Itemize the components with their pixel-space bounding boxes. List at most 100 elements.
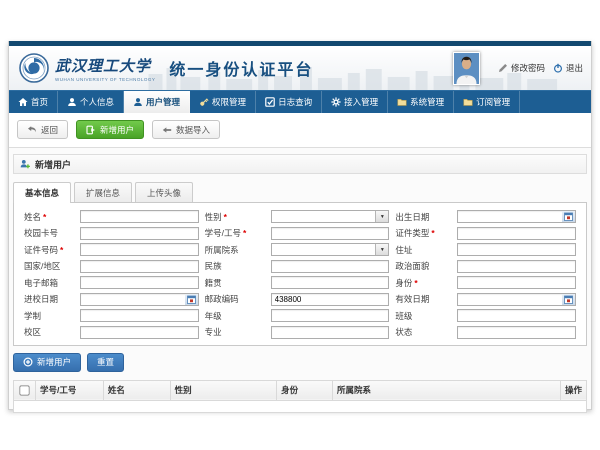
native-place-field[interactable] — [271, 276, 390, 289]
nav-tab-permission-mgmt[interactable]: 权限管理 — [190, 91, 256, 113]
calendar-icon[interactable] — [185, 294, 198, 305]
enrollment-date-field[interactable] — [80, 293, 199, 306]
change-password-link[interactable]: 修改密码 — [498, 62, 545, 74]
field-label: 有效日期 — [395, 293, 451, 305]
schooling-length-field[interactable] — [80, 309, 199, 322]
add-user-button-top[interactable]: 新增用户 — [76, 120, 144, 139]
email-field[interactable] — [80, 276, 199, 289]
table-header-row: 学号/工号 姓名 性别 身份 所属院系 操作 — [14, 380, 587, 400]
field-label: 籍贯 — [205, 277, 265, 289]
form-tabs: 基本信息 扩展信息 上传头像 — [13, 182, 587, 202]
university-logo — [19, 53, 49, 83]
nav-tab-log-query[interactable]: 日志查询 — [256, 91, 322, 113]
user-table: 学号/工号 姓名 性别 身份 所属院系 操作 — [13, 380, 587, 413]
nav-label: 接入管理 — [344, 96, 378, 108]
field-label: 邮政编码 — [205, 293, 265, 305]
tab-upload-avatar[interactable]: 上传头像 — [135, 182, 193, 202]
nav-tab-system-mgmt[interactable]: 系统管理 — [388, 91, 454, 113]
back-button[interactable]: 返回 — [17, 120, 68, 139]
department-select[interactable]: ▼ — [271, 243, 390, 256]
nav-tab-user-mgmt[interactable]: 用户管理 — [124, 91, 190, 113]
major-field[interactable] — [271, 326, 390, 339]
class-field[interactable] — [457, 309, 576, 322]
data-import-button[interactable]: 数据导入 — [152, 120, 220, 139]
grade-field[interactable] — [271, 309, 390, 322]
status-field[interactable] — [457, 326, 576, 339]
field-label: 电子邮箱 — [24, 277, 74, 289]
nav-tab-subscription-mgmt[interactable]: 订阅管理 — [454, 91, 520, 113]
select-all-checkbox[interactable] — [19, 385, 29, 395]
nav-tab-profile[interactable]: 个人信息 — [58, 91, 124, 113]
col-actions: 操作 — [560, 380, 586, 400]
id-number-field[interactable] — [80, 243, 199, 256]
field-label: 校园卡号 — [24, 227, 74, 239]
empty-row — [14, 400, 587, 412]
field-label: 住址 — [395, 244, 451, 256]
user-plus-icon — [20, 159, 30, 169]
calendar-icon[interactable] — [562, 211, 575, 222]
name-field[interactable] — [80, 210, 199, 223]
toolbar: 返回 新增用户 数据导入 — [9, 113, 591, 148]
nav-label: 日志查询 — [278, 96, 312, 108]
field-label: 学号/工号* — [205, 227, 265, 239]
add-user-box-icon — [86, 125, 96, 135]
field-label: 民族 — [205, 260, 265, 272]
nav-tab-home[interactable]: 首页 — [9, 91, 58, 113]
reset-label: 重置 — [97, 356, 114, 368]
id-type-field[interactable] — [457, 227, 576, 240]
campus-card-field[interactable] — [80, 227, 199, 240]
field-label: 政治面貌 — [395, 260, 451, 272]
back-label: 返回 — [41, 124, 58, 136]
postal-code-field[interactable] — [271, 293, 390, 306]
avatar[interactable] — [453, 52, 480, 85]
field-label: 性别* — [205, 211, 265, 223]
users-icon — [133, 97, 143, 107]
folder-icon — [397, 97, 407, 107]
gender-select[interactable]: ▼ — [271, 210, 390, 223]
field-label: 专业 — [205, 326, 265, 338]
school-name-en: WUHAN UNIVERSITY OF TECHNOLOGY — [55, 77, 155, 82]
field-label: 班级 — [395, 310, 451, 322]
chevron-down-icon: ▼ — [375, 244, 388, 255]
political-status-field[interactable] — [457, 260, 576, 273]
student-id-field[interactable] — [271, 227, 390, 240]
field-label: 国家/地区 — [24, 260, 74, 272]
address-field[interactable] — [457, 243, 576, 256]
platform-title: 统一身份认证平台 — [169, 56, 313, 80]
school-name: 武汉理工大学 — [55, 55, 155, 76]
field-label: 学制 — [24, 310, 74, 322]
plus-circle-icon — [23, 357, 33, 367]
field-label: 校区 — [24, 326, 74, 338]
field-label: 证件号码* — [24, 244, 74, 256]
tab-basic-info[interactable]: 基本信息 — [13, 182, 71, 203]
section-header: 新增用户 — [13, 154, 587, 174]
tab-extended-info[interactable]: 扩展信息 — [74, 182, 132, 202]
gear-icon — [331, 97, 341, 107]
field-label: 状态 — [395, 326, 451, 338]
reset-button[interactable]: 重置 — [87, 353, 124, 372]
log-check-icon — [265, 97, 275, 107]
nav-label: 用户管理 — [146, 96, 180, 108]
add-user-submit-label: 新增用户 — [37, 356, 71, 368]
birth-date-field[interactable] — [457, 210, 576, 223]
user-area: 修改密码 退出 — [453, 46, 583, 90]
field-label: 身份* — [395, 277, 451, 289]
app-window: 武汉理工大学 WUHAN UNIVERSITY OF TECHNOLOGY 统一… — [8, 41, 592, 410]
field-label: 所属院系 — [205, 244, 265, 256]
calendar-icon[interactable] — [562, 294, 575, 305]
country-region-field[interactable] — [80, 260, 199, 273]
key-icon — [199, 97, 209, 107]
ethnicity-field[interactable] — [271, 260, 390, 273]
avatar-photo — [454, 53, 479, 84]
campus-field[interactable] — [80, 326, 199, 339]
identity-field[interactable] — [457, 276, 576, 289]
main-nav: 首页 个人信息 用户管理 权限管理 日志查询 接入管理 系统管理 订阅管理 — [9, 90, 591, 113]
nav-tab-access-mgmt[interactable]: 接入管理 — [322, 91, 388, 113]
valid-date-field[interactable] — [457, 293, 576, 306]
back-arrow-icon — [27, 125, 37, 135]
field-label: 进校日期 — [24, 293, 74, 305]
nav-label: 首页 — [31, 96, 48, 108]
add-user-submit-button[interactable]: 新增用户 — [13, 353, 81, 372]
logout-link[interactable]: 退出 — [553, 62, 583, 74]
col-student-id: 学号/工号 — [36, 380, 104, 400]
